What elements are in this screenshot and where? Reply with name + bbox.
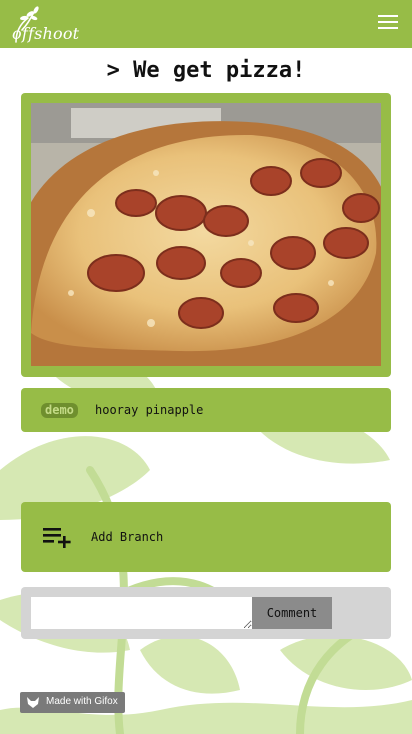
demo-tag-badge[interactable]: demo [41, 403, 78, 418]
playlist-add-icon [43, 528, 71, 548]
page-title: > We get pizza! [106, 58, 306, 83]
fox-icon [27, 697, 39, 708]
post-caption: hooray pinapple [95, 403, 204, 417]
hamburger-menu-icon[interactable] [378, 15, 398, 33]
watermark-text: Made with Gifox [46, 696, 118, 707]
post-image-card [21, 93, 391, 377]
app-header: offshoot [0, 0, 412, 48]
gifox-watermark: Made with Gifox [20, 692, 125, 713]
comment-button[interactable]: Comment [252, 597, 332, 629]
add-branch-label: Add Branch [91, 530, 164, 544]
post-caption-card: demo hooray pinapple [21, 388, 391, 432]
logo-text[interactable]: offshoot [12, 24, 79, 43]
add-branch-button[interactable]: Add Branch [21, 502, 391, 572]
comment-form: Comment [21, 587, 391, 639]
pizza-photo [31, 103, 381, 366]
comment-input[interactable] [31, 597, 252, 629]
